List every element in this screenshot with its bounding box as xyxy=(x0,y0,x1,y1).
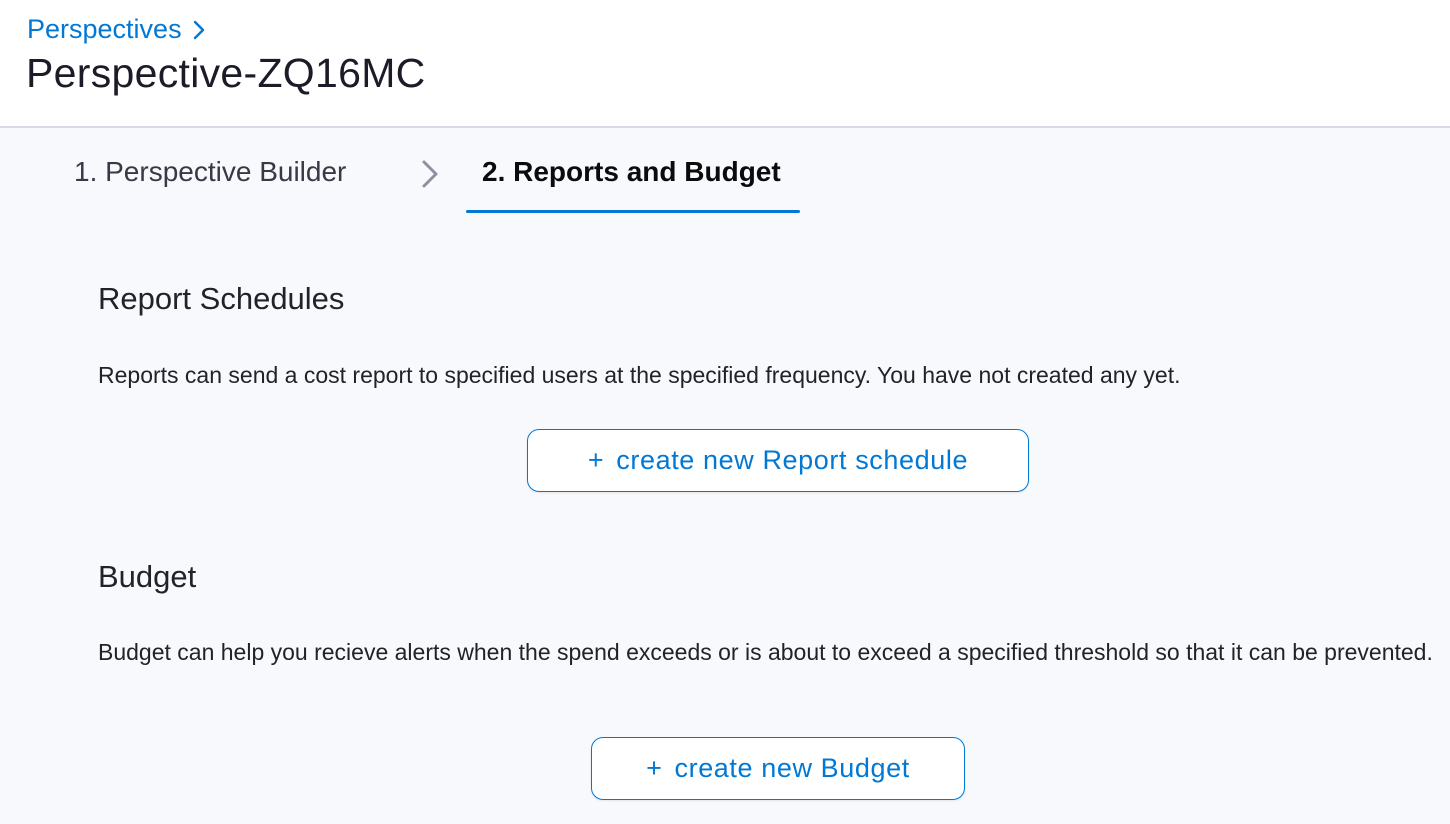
breadcrumb-perspectives-link[interactable]: Perspectives xyxy=(27,14,182,45)
create-budget-button[interactable]: + create new Budget xyxy=(591,737,965,800)
report-schedules-title: Report Schedules xyxy=(98,281,345,316)
tab-perspective-builder[interactable]: 1. Perspective Builder xyxy=(74,156,346,188)
active-tab-indicator xyxy=(466,210,800,213)
wizard-tabs: 1. Perspective Builder 2. Reports and Bu… xyxy=(0,128,1450,216)
tab-reports-and-budget[interactable]: 2. Reports and Budget xyxy=(482,156,781,188)
budget-description: Budget can help you recieve alerts when … xyxy=(98,639,1433,665)
chevron-right-icon xyxy=(422,160,438,188)
create-report-schedule-label: create new Report schedule xyxy=(616,445,969,475)
budget-title: Budget xyxy=(98,559,197,594)
page-header: Perspectives Perspective-ZQ16MC xyxy=(0,0,1450,128)
plus-icon: + xyxy=(587,445,605,475)
breadcrumb[interactable]: Perspectives xyxy=(27,14,206,45)
create-budget-label: create new Budget xyxy=(674,753,910,783)
page-title: Perspective-ZQ16MC xyxy=(26,50,426,96)
report-schedules-description: Reports can send a cost report to specif… xyxy=(98,362,1181,388)
chevron-right-icon xyxy=(193,20,204,39)
create-report-schedule-button[interactable]: + create new Report schedule xyxy=(527,429,1029,492)
plus-icon: + xyxy=(646,753,663,783)
